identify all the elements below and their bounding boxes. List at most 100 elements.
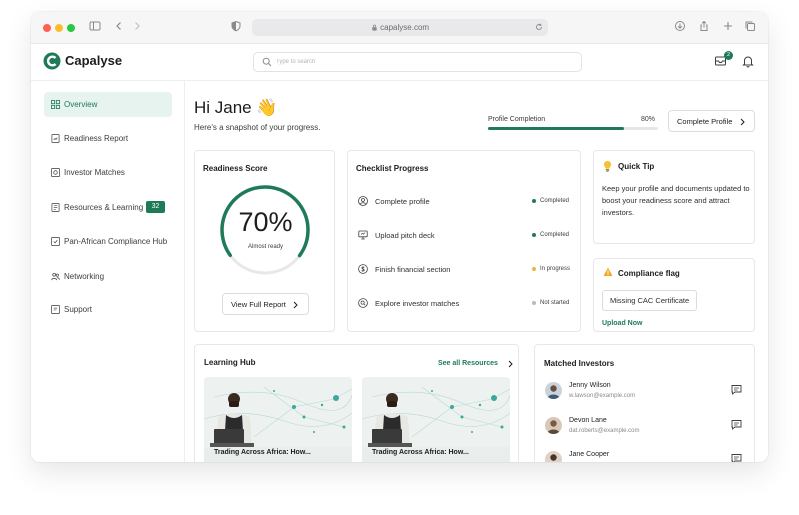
sidebar: Overview Readiness Report Investor Match… <box>31 81 185 462</box>
search-box[interactable] <box>253 52 582 72</box>
page-title: Hi Jane 👋 <box>194 98 278 117</box>
page-subtitle: Here's a snapshot of your progress. <box>194 123 321 132</box>
minimize-window-button[interactable] <box>55 24 63 32</box>
notification-count-badge: 2 <box>724 51 733 60</box>
chevron-right-icon <box>508 360 513 368</box>
tab-overview-icon[interactable] <box>742 20 758 36</box>
message-icon[interactable] <box>731 453 742 462</box>
readiness-caption: Almost ready <box>247 244 283 250</box>
sidebar-item-label: Overview <box>64 100 98 109</box>
avatar <box>545 451 562 462</box>
address-bar[interactable]: capalyse.com <box>252 19 548 36</box>
compliance-flag-title: Compliance flag <box>618 269 680 278</box>
compliance-flag-card: Compliance flag Missing CAC Certificate … <box>593 258 755 332</box>
forward-icon[interactable] <box>129 20 145 36</box>
chevron-right-icon <box>293 301 298 309</box>
sidebar-item-label: Investor Matches <box>64 168 125 177</box>
match-icon <box>51 168 60 177</box>
presentation-icon <box>358 230 368 240</box>
messages-button[interactable]: 2 <box>714 51 733 70</box>
avatar <box>545 417 562 434</box>
status-dot <box>532 199 536 203</box>
readiness-score-card: Readiness Score 70% Almost ready View Fu… <box>194 150 335 332</box>
privacy-shield-icon[interactable] <box>228 20 244 36</box>
upload-now-link[interactable]: Upload Now <box>602 320 642 327</box>
status-dot <box>532 267 536 271</box>
checklist-item-label: Upload pitch deck <box>375 231 435 240</box>
user-icon <box>358 196 368 206</box>
sidebar-item-support[interactable]: Support <box>44 297 172 322</box>
resource-card[interactable]: Trading Across Africa: How... <box>204 377 352 462</box>
compliance-icon <box>51 237 60 246</box>
complete-profile-label: Complete Profile <box>677 117 733 126</box>
sidebar-item-readiness-report[interactable]: Readiness Report <box>44 126 172 151</box>
search-icon <box>262 57 272 67</box>
sidebar-toggle-icon[interactable] <box>87 20 103 36</box>
warning-icon <box>603 267 613 276</box>
resource-card[interactable]: Trading Across Africa: How... <box>362 377 510 462</box>
view-full-report-button[interactable]: View Full Report <box>222 293 309 315</box>
resources-count-badge: 32 <box>146 201 165 213</box>
sidebar-item-label: Resources & Learning <box>64 203 144 212</box>
lightbulb-icon <box>603 160 612 172</box>
close-window-button[interactable] <box>43 24 51 32</box>
status-badge: Not started <box>540 299 570 306</box>
resource-thumbnail <box>204 377 352 447</box>
reload-icon[interactable] <box>535 19 543 36</box>
checklist-item-label: Explore investor matches <box>375 299 460 308</box>
investor-name: Jenny Wilson <box>569 382 611 389</box>
see-all-resources-link[interactable]: See all Resources <box>438 360 513 368</box>
matched-investors-title: Matched Investors <box>544 359 615 368</box>
sidebar-item-label: Pan-African Compliance Hub <box>64 237 168 246</box>
sidebar-item-investor-matches[interactable]: Investor Matches <box>44 160 172 185</box>
lock-icon <box>371 23 380 32</box>
checklist-item[interactable]: Explore investor matches Not started <box>358 296 573 310</box>
sidebar-item-label: Support <box>64 305 93 314</box>
message-icon[interactable] <box>731 419 742 430</box>
investor-row[interactable]: Devon Lane dat.roberts@example.com <box>545 415 745 441</box>
browser-toolbar: capalyse.com <box>31 12 768 44</box>
sidebar-item-label: Networking <box>64 272 105 281</box>
checklist-item-label: Finish financial section <box>375 265 451 274</box>
bell-icon <box>742 56 754 68</box>
matched-investors-card: Matched Investors Jenny Wilson w.lawson@… <box>534 344 755 462</box>
capalyse-logo-icon[interactable] <box>43 52 61 70</box>
checklist-card: Checklist Progress Complete profile Comp… <box>347 150 581 332</box>
support-icon <box>51 305 60 314</box>
back-icon[interactable] <box>111 20 127 36</box>
grid-icon <box>51 100 60 109</box>
download-icon[interactable] <box>672 20 688 36</box>
resource-title: Trading Across Africa: How... <box>214 449 311 456</box>
notifications-button[interactable] <box>741 54 757 70</box>
share-icon[interactable] <box>696 20 712 36</box>
readiness-score-title: Readiness Score <box>203 164 268 173</box>
investor-row[interactable]: Jenny Wilson w.lawson@example.com <box>545 380 745 406</box>
resource-thumbnail <box>362 377 510 447</box>
book-icon <box>51 203 60 212</box>
investor-row[interactable]: Jane Cooper <box>545 449 745 462</box>
new-tab-icon[interactable] <box>720 20 736 36</box>
browser-window: capalyse.com Capalyse Type to search 2 O… <box>31 12 768 462</box>
checklist-item[interactable]: Complete profile Completed <box>358 194 573 208</box>
sidebar-item-resources-learning[interactable]: Resources & Learning 32 <box>44 195 172 220</box>
see-all-resources-label: See all Resources <box>438 360 498 367</box>
complete-profile-button[interactable]: Complete Profile <box>668 110 755 132</box>
quick-tip-card: Quick Tip Keep your profile and document… <box>593 150 755 244</box>
checklist-item[interactable]: Finish financial section In progress <box>358 262 573 276</box>
investor-name: Jane Cooper <box>569 451 610 458</box>
logo-text[interactable]: Capalyse <box>65 53 122 68</box>
sidebar-item-overview[interactable]: Overview <box>44 92 172 117</box>
app-header: Capalyse 2 <box>31 44 768 81</box>
investor-email: dat.roberts@example.com <box>569 428 640 434</box>
search-input[interactable] <box>276 55 566 69</box>
people-icon <box>51 272 60 281</box>
compliance-flag-item: Missing CAC Certificate <box>602 290 698 311</box>
sidebar-item-networking[interactable]: Networking <box>44 264 172 289</box>
resource-title: Trading Across Africa: How... <box>372 449 469 456</box>
sidebar-item-compliance-hub[interactable]: Pan-African Compliance Hub <box>44 229 172 254</box>
maximize-window-button[interactable] <box>67 24 75 32</box>
url-text: capalyse.com <box>380 23 430 32</box>
message-icon[interactable] <box>731 384 742 395</box>
finance-icon <box>358 264 368 274</box>
checklist-item[interactable]: Upload pitch deck Completed <box>358 228 573 242</box>
